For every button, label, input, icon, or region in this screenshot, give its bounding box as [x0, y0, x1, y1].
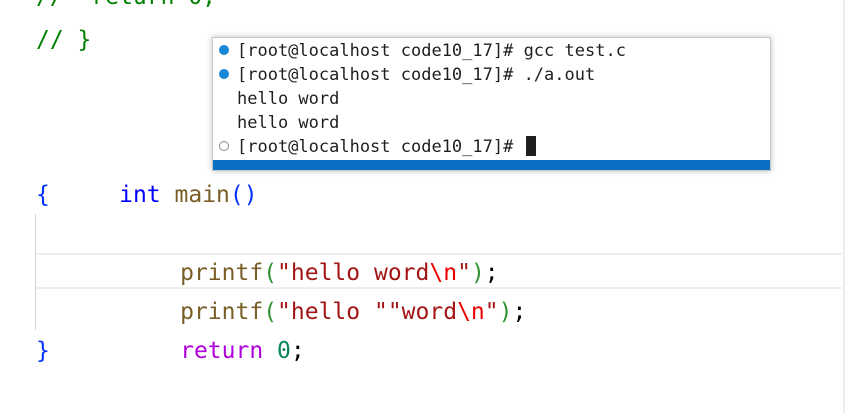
terminal-cursor: [525, 136, 536, 156]
command-pending-icon[interactable]: [219, 141, 229, 151]
string-close-quote: ": [484, 299, 499, 325]
code-line-comment-return: // return 0;: [36, 0, 216, 17]
command-success-icon[interactable]: [219, 69, 229, 79]
command-success-icon[interactable]: [219, 45, 229, 55]
type-keyword: int: [119, 182, 161, 208]
semicolon: ;: [290, 338, 305, 364]
terminal-panel[interactable]: [root@localhost code10_17]# gcc test.c […: [212, 37, 771, 171]
code-line-printf-1: printf("hello word\n");: [97, 215, 499, 286]
code-line-printf-2: printf("hello ""word\n");: [97, 254, 526, 325]
semicolon: ;: [512, 299, 527, 325]
close-paren: ): [498, 299, 513, 325]
terminal-line: [root@localhost code10_17]# gcc test.c: [237, 41, 626, 61]
terminal-prompt-line[interactable]: [root@localhost code10_17]#: [237, 135, 536, 159]
escape-sequence: \n: [457, 299, 485, 325]
terminal-output-line: hello word: [237, 89, 340, 109]
terminal-status-bar: [213, 160, 770, 170]
paren-pair: (): [229, 182, 258, 208]
code-line-close-brace: }: [36, 338, 50, 364]
number-literal: 0: [277, 338, 291, 364]
code-line-comment-brace: // }: [36, 27, 92, 53]
terminal-prompt: [root@localhost code10_17]#: [237, 137, 524, 157]
editor-window: // return 0; // } int main() { printf("h…: [0, 0, 845, 413]
function-name: main: [174, 182, 230, 208]
terminal-output-line: hello word: [237, 113, 340, 133]
code-line-open-brace: {: [36, 182, 50, 208]
code-line-return: return 0;: [97, 293, 305, 364]
return-keyword: return: [180, 338, 264, 364]
terminal-line: [root@localhost code10_17]# ./a.out: [237, 65, 596, 85]
